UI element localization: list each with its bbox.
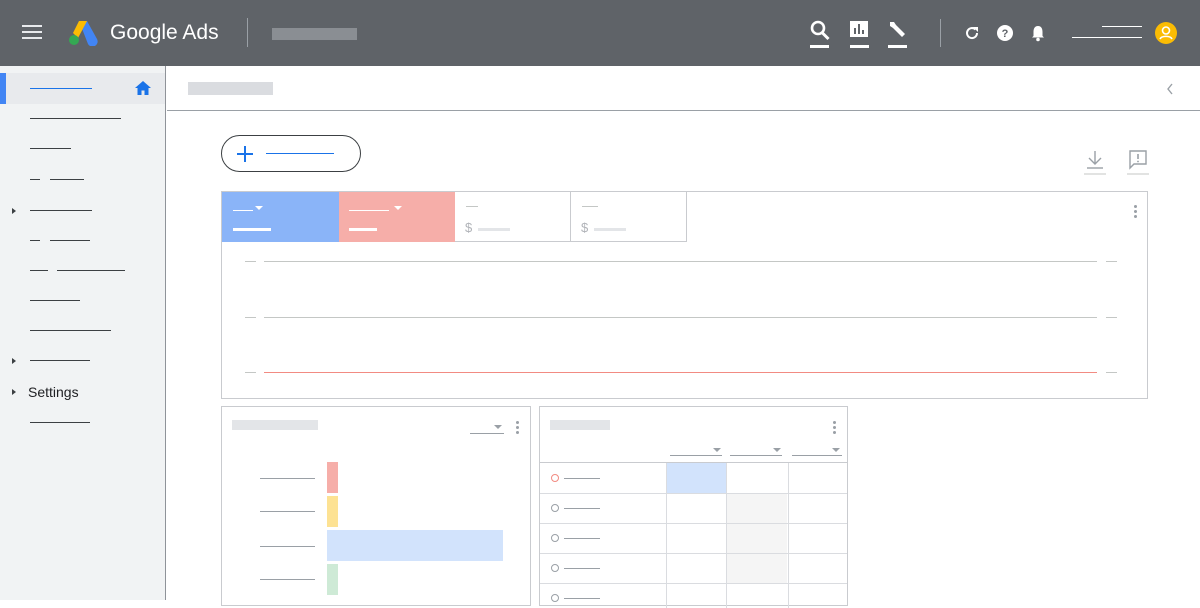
google-ads-logo-icon[interactable] [68, 19, 98, 47]
card-title [550, 420, 610, 430]
table-grid [540, 462, 847, 608]
more-options-icon[interactable] [516, 421, 519, 436]
more-options-icon[interactable] [1134, 205, 1137, 220]
chart-tick-right [1106, 261, 1117, 262]
table-row[interactable] [540, 523, 666, 553]
chart-tick-left [245, 317, 256, 318]
currency-symbol: $ [465, 220, 473, 235]
shaded-column [727, 494, 787, 584]
chart-baseline [264, 372, 1097, 373]
status-circle-icon [551, 474, 559, 482]
sidebar-item-settings[interactable]: Settings [0, 380, 165, 404]
home-icon [135, 81, 151, 95]
more-options-icon[interactable] [833, 421, 836, 436]
bar-label [260, 478, 315, 479]
status-circle-icon [551, 564, 559, 572]
download-icon[interactable] [1084, 149, 1106, 175]
page-header [167, 66, 1200, 111]
svg-text:?: ? [1002, 28, 1009, 40]
expand-arrow-icon [12, 358, 16, 364]
column-dropdown[interactable] [670, 455, 722, 456]
status-circle-icon [551, 504, 559, 512]
dropdown-arrow-icon [394, 206, 402, 210]
expand-arrow-icon [12, 389, 16, 395]
chevron-left-icon[interactable] [1165, 82, 1175, 96]
reports-icon[interactable] [849, 20, 871, 50]
sidebar-item-campaigns[interactable] [0, 166, 165, 190]
dropdown-arrow-icon[interactable] [713, 448, 721, 452]
header-divider-2 [940, 19, 941, 47]
chart-tick-right [1106, 372, 1117, 373]
sidebar-item-overview[interactable] [0, 73, 165, 104]
bar-1[interactable] [327, 462, 338, 493]
bar-chart-card [221, 406, 531, 606]
sidebar-item-locations[interactable] [0, 348, 165, 372]
currency-symbol: $ [581, 220, 589, 235]
bar-label [260, 579, 315, 580]
sidebar-item-label: Settings [28, 384, 79, 400]
sidebar-item-label [30, 88, 92, 89]
tools-wrench-icon[interactable] [887, 20, 909, 50]
table-row[interactable] [540, 583, 666, 608]
table-row[interactable] [540, 493, 666, 523]
bar-4[interactable] [327, 564, 338, 595]
sidebar-item-recommendations[interactable] [0, 106, 165, 130]
notifications-bell-icon[interactable] [1030, 24, 1046, 42]
active-indicator [0, 73, 6, 104]
chart-gridline [264, 261, 1097, 262]
metric-tile-2[interactable] [339, 192, 455, 242]
chart-tick-left [245, 261, 256, 262]
plus-icon [236, 145, 254, 163]
bar-label [260, 511, 315, 512]
sidebar-item-audiences[interactable] [0, 288, 165, 312]
account-name-placeholder[interactable] [272, 28, 357, 40]
chart-gridline [264, 317, 1097, 318]
navigation-sidebar: Settings [0, 66, 166, 600]
sidebar-item-demographics[interactable] [0, 318, 165, 342]
metric-tile-1[interactable] [222, 192, 339, 242]
header-divider [247, 18, 248, 47]
expand-arrow-icon [12, 208, 16, 214]
create-button[interactable] [221, 135, 361, 172]
dropdown-arrow-icon[interactable] [832, 448, 840, 452]
card-title [232, 420, 318, 430]
status-circle-icon [551, 534, 559, 542]
help-icon[interactable]: ? [996, 24, 1014, 42]
metric-tile-3[interactable]: $ [455, 192, 571, 242]
table-card [539, 406, 848, 608]
table-row[interactable] [540, 463, 666, 493]
sidebar-item-ad-groups[interactable] [0, 198, 165, 222]
feedback-icon[interactable] [1127, 149, 1149, 175]
page-title [188, 82, 273, 95]
account-avatar-icon[interactable] [1155, 22, 1177, 44]
top-app-bar: Google Ads ? [0, 0, 1200, 66]
table-row[interactable] [540, 553, 666, 583]
search-icon[interactable] [809, 20, 831, 50]
sidebar-item-change-history[interactable] [0, 410, 165, 434]
dropdown-arrow-icon[interactable] [494, 425, 502, 429]
sidebar-item-keywords[interactable] [0, 258, 165, 282]
chart-tick-right [1106, 317, 1117, 318]
metric-tile-4[interactable]: $ [571, 192, 687, 242]
chart-tick-left [245, 372, 256, 373]
bar-2[interactable] [327, 496, 338, 527]
hamburger-menu-icon[interactable] [22, 25, 44, 41]
account-email-placeholder[interactable] [1072, 26, 1142, 40]
performance-chart-card: $ $ [221, 191, 1148, 399]
column-dropdown[interactable] [730, 455, 782, 456]
card-dropdown[interactable] [470, 433, 504, 434]
refresh-icon[interactable] [963, 24, 981, 42]
bars-area [327, 462, 503, 602]
bar-3[interactable] [327, 530, 503, 561]
bar-label [260, 546, 315, 547]
dropdown-arrow-icon [255, 206, 263, 210]
sidebar-item-insights[interactable] [0, 136, 165, 160]
sidebar-item-ads[interactable] [0, 228, 165, 252]
highlighted-cell[interactable] [666, 463, 726, 493]
dropdown-arrow-icon[interactable] [773, 448, 781, 452]
status-circle-icon [551, 594, 559, 602]
column-dropdown[interactable] [792, 455, 842, 456]
app-name: Google Ads [110, 21, 219, 44]
create-button-label [266, 153, 334, 154]
